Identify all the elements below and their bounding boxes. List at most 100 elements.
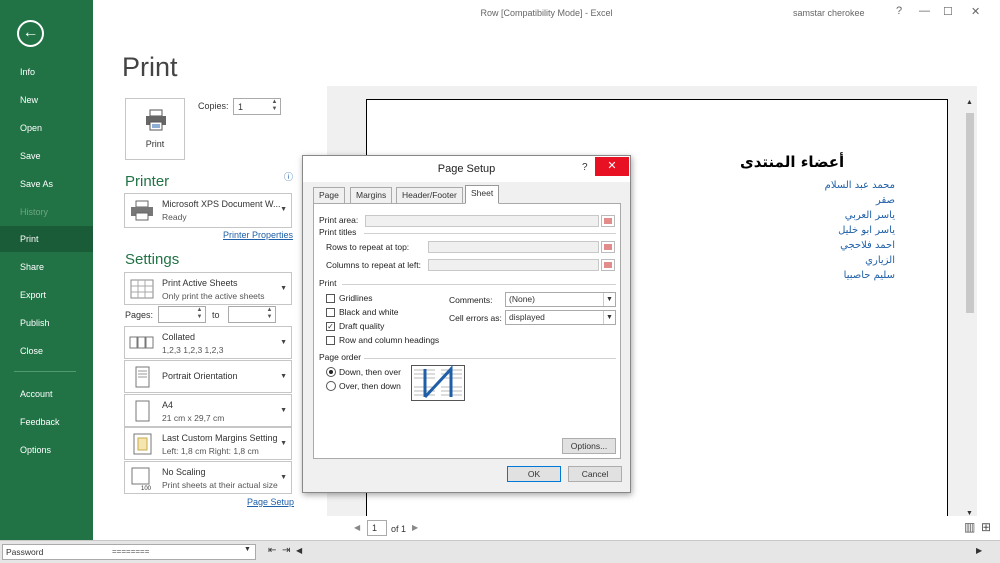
collation-dropdown[interactable]: Collated 1,2,3 1,2,3 1,2,3 ▼ — [124, 326, 292, 359]
close-window-icon[interactable]: ✕ — [971, 5, 980, 18]
scroll-up-icon[interactable]: ▲ — [966, 99, 973, 106]
margins-dropdown[interactable]: Last Custom Margins Setting Left: 1,8 cm… — [124, 427, 292, 460]
nav-item-export[interactable]: Export — [0, 282, 93, 308]
sheet-nav-icon[interactable]: ⇤ — [268, 545, 276, 556]
preview-scrollbar[interactable]: ▲ ▼ — [964, 99, 976, 517]
draft-quality-checkbox[interactable]: ✓ — [326, 322, 335, 331]
user-name[interactable]: samstar cherokee — [793, 8, 865, 18]
nav-item-save-as[interactable]: Save As — [0, 171, 93, 197]
page-title: Print — [122, 52, 178, 82]
black-white-checkbox[interactable] — [326, 308, 335, 317]
margins-subtitle: Left: 1,8 cm Right: 1,8 cm — [162, 446, 259, 456]
down-then-over-radio[interactable] — [326, 367, 336, 377]
nav-item-feedback[interactable]: Feedback — [0, 409, 93, 435]
black-white-label: Black and white — [339, 307, 399, 317]
nav-item-close[interactable]: Close — [0, 338, 93, 364]
page-setup-link[interactable]: Page Setup — [247, 497, 294, 507]
collapse-dialog-icon[interactable] — [601, 215, 615, 227]
sheets-icon — [130, 279, 154, 299]
chevron-down-icon[interactable]: ▼ — [244, 546, 251, 553]
stepper-arrows-icon[interactable]: ▲ ▼ — [195, 307, 204, 321]
scaling-dropdown[interactable]: 100 No Scaling Print sheets at their act… — [124, 461, 292, 494]
member-name: احمد فلاحجي — [840, 240, 895, 251]
tab-header-footer[interactable]: Header/Footer — [396, 187, 463, 203]
copies-stepper[interactable]: 1 ▲ ▼ — [233, 98, 281, 115]
paper-icon — [135, 400, 150, 422]
zoom-to-page-icon[interactable]: ⊞ — [981, 520, 991, 534]
cell-errors-select[interactable]: displayed ▼ — [505, 310, 616, 325]
nav-item-publish[interactable]: Publish — [0, 310, 93, 336]
ok-button[interactable]: OK — [507, 466, 561, 482]
print-what-dropdown[interactable]: Print Active Sheets Only print the activ… — [124, 272, 292, 305]
cols-repeat-input[interactable] — [428, 259, 599, 271]
print-button[interactable]: Print — [125, 98, 185, 160]
pages-to-stepper[interactable]: ▲ ▼ — [228, 306, 276, 323]
scroll-right-icon[interactable]: ▶ — [976, 546, 982, 555]
sheet-underlay-bar: Password ======== ▼ ⇤ ⇥ ◀ ▶ — [0, 540, 1000, 563]
info-icon[interactable]: ⓘ — [284, 170, 293, 183]
scaling-icon: 100 — [131, 467, 152, 491]
nav-item-account[interactable]: Account — [0, 381, 93, 407]
printer-device-icon — [131, 200, 153, 221]
gridlines-checkbox[interactable] — [326, 294, 335, 303]
tab-sheet[interactable]: Sheet — [465, 185, 500, 204]
prev-page-icon[interactable]: ◀ — [354, 523, 360, 532]
copies-label: Copies: — [198, 101, 229, 111]
printer-dropdown[interactable]: Microsoft XPS Document W... Ready ▼ — [124, 193, 292, 228]
margins-title: Last Custom Margins Setting — [162, 433, 278, 443]
rows-repeat-input[interactable] — [428, 241, 599, 253]
nav-item-info[interactable]: Info — [0, 59, 93, 85]
sheet-nav-icon[interactable]: ⇥ — [282, 545, 290, 556]
scroll-left-icon[interactable]: ◀ — [296, 546, 302, 555]
tab-margins[interactable]: Margins — [350, 187, 393, 203]
draft-quality-label: Draft quality — [339, 321, 385, 331]
nav-item-share[interactable]: Share — [0, 254, 93, 280]
comments-select[interactable]: (None) ▼ — [505, 292, 616, 307]
chevron-down-icon: ▼ — [280, 373, 287, 380]
options-button[interactable]: Options... — [562, 438, 616, 454]
nav-divider — [14, 371, 76, 372]
nav-item-new[interactable]: New — [0, 87, 93, 113]
stepper-arrows-icon[interactable]: ▲ ▼ — [265, 307, 274, 321]
print-area-input[interactable] — [365, 215, 599, 227]
pages-from-stepper[interactable]: ▲ ▼ — [158, 306, 206, 323]
comments-value: (None) — [509, 294, 535, 304]
scaling-icon-label: 100 — [141, 486, 152, 491]
page-number-input[interactable]: 1 — [367, 520, 387, 536]
back-arrow-icon[interactable]: ← — [17, 20, 44, 47]
over-then-down-radio[interactable] — [326, 381, 336, 391]
orientation-dropdown[interactable]: Portrait Orientation ▼ — [124, 360, 292, 393]
collation-title: Collated — [162, 332, 196, 342]
cols-repeat-label: Columns to repeat at left: — [326, 260, 421, 270]
help-icon[interactable]: ? — [896, 5, 902, 17]
stepper-arrows-icon[interactable]: ▲ ▼ — [270, 99, 279, 113]
show-margins-icon[interactable]: ▥ — [964, 520, 975, 534]
row-col-headings-label: Row and column headings — [339, 335, 440, 345]
printer-properties-link[interactable]: Printer Properties — [223, 230, 293, 240]
dialog-help-icon[interactable]: ? — [582, 162, 588, 173]
cancel-button[interactable]: Cancel — [568, 466, 622, 482]
collapse-dialog-icon[interactable] — [601, 241, 615, 253]
over-then-down-label: Over, then down — [339, 381, 401, 391]
collation-subtitle: 1,2,3 1,2,3 1,2,3 — [162, 345, 224, 355]
chevron-down-icon: ▼ — [280, 440, 287, 447]
tab-page[interactable]: Page — [313, 187, 345, 203]
preview-nav-bar: ◀ 1 of 1 ▶ ▥ ⊞ — [327, 516, 1000, 540]
to-label: to — [212, 310, 220, 320]
title-bar: Row [Compatibility Mode] - Excel samstar… — [93, 0, 1000, 26]
dialog-close-icon[interactable]: ✕ — [595, 157, 629, 176]
row-col-headings-checkbox[interactable] — [326, 336, 335, 345]
nav-item-print[interactable]: Print — [0, 226, 93, 252]
member-name: ياسر العربي — [844, 210, 895, 221]
maximize-icon[interactable]: ☐ — [943, 5, 953, 18]
scroll-thumb[interactable] — [966, 113, 974, 313]
nav-item-open[interactable]: Open — [0, 115, 93, 141]
nav-item-save[interactable]: Save — [0, 143, 93, 169]
print-titles-label: Print titles — [319, 227, 357, 237]
print-area-label: Print area: — [319, 215, 359, 225]
paper-size-dropdown[interactable]: A4 21 cm x 29,7 cm ▼ — [124, 394, 292, 427]
minimize-icon[interactable]: — — [919, 5, 930, 17]
nav-item-options[interactable]: Options — [0, 437, 93, 463]
next-page-icon[interactable]: ▶ — [412, 523, 418, 532]
collapse-dialog-icon[interactable] — [601, 259, 615, 271]
